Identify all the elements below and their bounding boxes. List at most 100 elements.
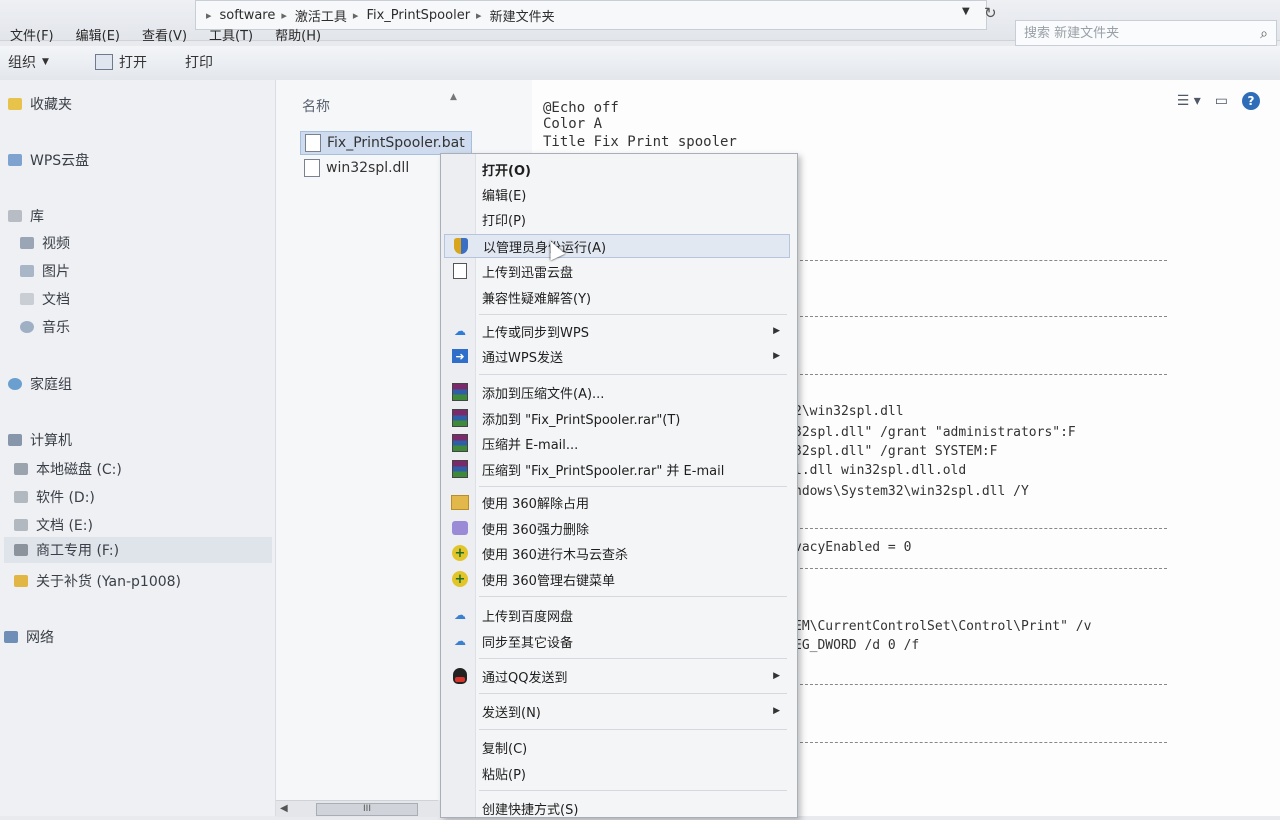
nav-drive-d[interactable]: 软件 (D:)	[14, 487, 95, 507]
menu-help[interactable]: 帮助(H)	[275, 25, 321, 44]
menu-label: 上传到迅雷云盘	[482, 265, 574, 281]
menu-wps-sync[interactable]: ☁ 上传或同步到WPS ▶	[444, 319, 790, 343]
wps-cloud-icon: ☁	[454, 324, 466, 338]
menu-qq-send[interactable]: 通过QQ发送到 ▶	[444, 664, 790, 688]
menu-file[interactable]: 文件(F)	[10, 25, 54, 44]
code-line: vacyEnabled = 0	[794, 540, 912, 555]
menu-360-unlock[interactable]: 使用 360解除占用	[444, 490, 790, 514]
file-item[interactable]: win32spl.dll	[300, 157, 415, 179]
nav-wps-cloud[interactable]: WPS云盘	[8, 150, 89, 170]
winrar-icon	[451, 460, 469, 478]
winrar-icon	[451, 434, 469, 452]
refresh-icon[interactable]: ↻	[984, 4, 997, 22]
help-icon[interactable]: ?	[1242, 92, 1260, 110]
computer-icon	[8, 434, 22, 446]
code-line: EM\CurrentControlSet\Control\Print" /v	[794, 619, 1092, 634]
file-name: win32spl.dll	[326, 160, 410, 176]
preview-pane-icon[interactable]: ▭	[1215, 93, 1228, 109]
menu-send-to[interactable]: 发送到(N) ▶	[444, 699, 790, 723]
chevron-down-icon: ▼	[42, 57, 49, 67]
menu-rar-add-named[interactable]: 添加到 "Fix_PrintSpooler.rar"(T)	[444, 406, 790, 430]
menu-360-scan[interactable]: + 使用 360进行木马云查杀	[444, 541, 790, 565]
code-line: Color A	[543, 116, 603, 132]
open-label: 打开	[119, 55, 147, 71]
menu-separator	[479, 596, 787, 597]
menu-run-as-admin[interactable]: 以管理员身份运行(A)	[444, 234, 790, 258]
submenu-arrow-icon: ▶	[773, 351, 780, 361]
menu-compatibility[interactable]: 兼容性疑难解答(Y)	[444, 285, 790, 309]
menu-rar-add[interactable]: 添加到压缩文件(A)...	[444, 380, 790, 404]
menu-view[interactable]: 查看(V)	[142, 25, 187, 44]
nav-drive-c[interactable]: 本地磁盘 (C:)	[14, 459, 122, 479]
nav-label: 软件 (D:)	[36, 490, 95, 506]
menu-label: 使用 360进行木马云查杀	[482, 547, 628, 563]
menu-label: 添加到压缩文件(A)...	[482, 386, 605, 402]
menu-create-shortcut[interactable]: 创建快捷方式(S)	[444, 796, 790, 820]
menu-print[interactable]: 打印(P)	[444, 207, 790, 231]
qq-penguin-icon	[451, 667, 469, 685]
horizontal-scrollbar[interactable]: ◀ III	[276, 800, 438, 817]
search-icon[interactable]: ⌕	[1260, 21, 1268, 47]
menu-separator	[479, 790, 787, 791]
menu-label: 打开(O)	[482, 163, 531, 179]
baidu-cloud-icon: ☁	[454, 608, 466, 622]
file-item[interactable]: Fix_PrintSpooler.bat	[300, 131, 472, 155]
code-line: Title Fix Print spooler	[543, 134, 737, 150]
menu-edit-item[interactable]: 编辑(E)	[444, 182, 790, 206]
menu-label: 压缩并 E-mail...	[482, 437, 579, 453]
menu-wps-send[interactable]: ➜ 通过WPS发送 ▶	[444, 344, 790, 368]
nav-favorites[interactable]: 收藏夹	[8, 94, 72, 114]
cloud-icon	[8, 154, 22, 166]
winrar-icon	[451, 383, 469, 401]
open-button[interactable]: 打开	[95, 52, 147, 72]
menu-label: 粘贴(P)	[482, 767, 526, 783]
chevron-right-icon: ▸	[206, 8, 212, 22]
search-input[interactable]: 搜索 新建文件夹 ⌕	[1015, 20, 1277, 46]
menu-upload-xunlei[interactable]: 上传到迅雷云盘	[444, 259, 790, 283]
divider	[795, 260, 1167, 261]
command-bar: 组织 ▼ 打开 打印	[0, 46, 1280, 81]
menu-rar-named-email[interactable]: 压缩到 "Fix_PrintSpooler.rar" 并 E-mail	[444, 457, 790, 481]
organize-button[interactable]: 组织 ▼	[8, 52, 49, 72]
nav-lib-music[interactable]: 音乐	[20, 317, 70, 337]
column-header-name[interactable]: 名称	[302, 96, 330, 116]
scroll-left-icon[interactable]: ◀	[280, 803, 288, 814]
nav-label: 库	[30, 209, 44, 225]
scrollbar-thumb[interactable]: III	[316, 803, 418, 816]
menu-rar-email[interactable]: 压缩并 E-mail...	[444, 431, 790, 455]
menu-baidu-upload[interactable]: ☁ 上传到百度网盘	[444, 603, 790, 627]
nav-homegroup[interactable]: 家庭组	[8, 374, 72, 394]
search-placeholder: 搜索 新建文件夹	[1024, 26, 1120, 41]
nav-label: 图片	[42, 264, 70, 280]
view-options-icon[interactable]: ☰ ▾	[1177, 93, 1201, 109]
print-label: 打印	[185, 55, 213, 71]
menu-tools[interactable]: 工具(T)	[209, 25, 253, 44]
nav-lib-videos[interactable]: 视频	[20, 233, 70, 253]
nav-libraries[interactable]: 库	[8, 206, 44, 226]
nav-computer[interactable]: 计算机	[8, 430, 72, 450]
print-button[interactable]: 打印	[185, 52, 213, 72]
nav-label: 家庭组	[30, 377, 72, 393]
nav-drive-f[interactable]: 商工专用 (F:)	[4, 537, 272, 563]
menu-open[interactable]: 打开(O)	[444, 157, 790, 181]
menu-edit[interactable]: 编辑(E)	[76, 25, 120, 44]
menu-360-delete[interactable]: 使用 360强力删除	[444, 516, 790, 540]
breadcrumb-item[interactable]: Fix_PrintSpooler	[366, 8, 470, 23]
nav-drive-e[interactable]: 文档 (E:)	[14, 515, 93, 535]
nav-shared-folder[interactable]: 关于补货 (Yan-p1008)	[14, 571, 181, 591]
code-line: EG_DWORD /d 0 /f	[794, 638, 920, 653]
star-icon	[8, 98, 22, 110]
divider	[795, 528, 1167, 529]
code-line: ndows\System32\win32spl.dll /Y	[794, 484, 1029, 499]
menu-360-manage[interactable]: + 使用 360管理右键菜单	[444, 567, 790, 591]
menu-copy[interactable]: 复制(C)	[444, 735, 790, 759]
chevron-down-icon[interactable]: ▼	[962, 6, 970, 17]
breadcrumb-item[interactable]: 新建文件夹	[490, 6, 555, 25]
nav-lib-documents[interactable]: 文档	[20, 289, 70, 309]
nav-network[interactable]: 网络	[4, 627, 54, 647]
menu-sync-devices[interactable]: ☁ 同步至其它设备	[444, 629, 790, 653]
nav-lib-pictures[interactable]: 图片	[20, 261, 70, 281]
breadcrumb-item[interactable]: software	[220, 8, 276, 23]
menu-paste[interactable]: 粘贴(P)	[444, 761, 790, 785]
divider	[795, 374, 1167, 375]
